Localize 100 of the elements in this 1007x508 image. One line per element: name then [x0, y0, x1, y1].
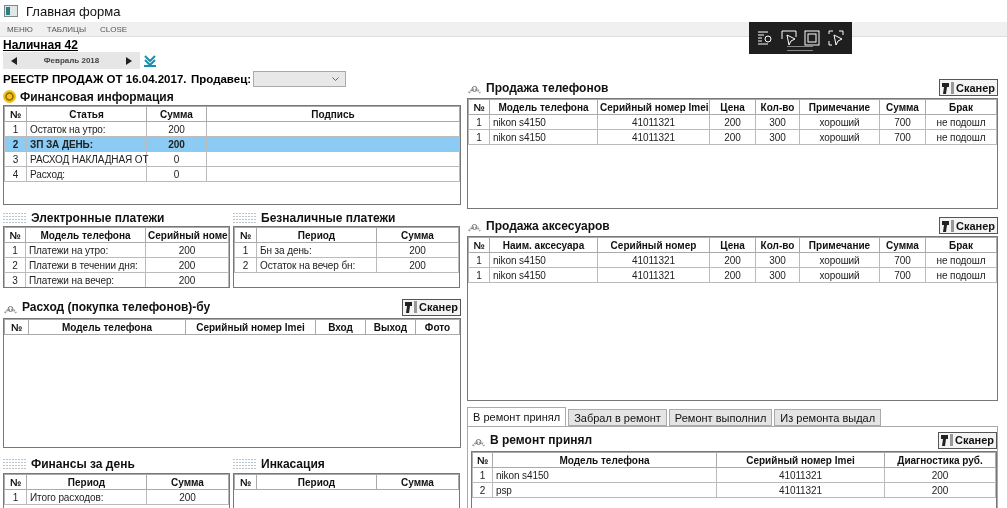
menu-item[interactable]: МЕНЮ — [7, 24, 33, 34]
column-header[interactable]: Цена — [709, 99, 756, 115]
column-header[interactable]: Серийный номер — [597, 237, 710, 253]
column-header[interactable]: Серийный номе — [145, 227, 229, 243]
column-header[interactable]: № — [4, 227, 26, 243]
table-cell: 1 — [468, 267, 490, 283]
scanner-button[interactable]: Сканер — [937, 431, 997, 449]
table-cell: 1 — [468, 252, 490, 268]
tab[interactable]: Забрал в ремонт — [568, 409, 667, 426]
left-arrow-icon[interactable] — [11, 56, 17, 65]
table-cell: nikon s4150 — [489, 252, 598, 268]
table-cell: 200 — [146, 121, 207, 137]
table-cell: nikon s4150 — [489, 129, 598, 145]
column-header[interactable]: Подпись — [206, 106, 460, 122]
table-cell: 200 — [709, 129, 756, 145]
column-header[interactable]: Наим. аксесуара — [489, 237, 598, 253]
column-header[interactable]: № — [4, 106, 27, 122]
app-icon — [4, 5, 18, 17]
scanner-button[interactable]: Сканер — [938, 217, 998, 234]
column-header[interactable]: Сумма — [879, 237, 926, 253]
column-header[interactable]: № — [468, 237, 490, 253]
tab[interactable]: В ремонт принял — [467, 407, 567, 426]
column-header[interactable]: № — [468, 99, 490, 115]
tab[interactable]: Ремонт выполнил — [668, 409, 773, 426]
right-arrow-icon[interactable] — [126, 56, 132, 65]
panel-title: Электронные платежи — [31, 210, 166, 225]
tab[interactable]: Из ремонта выдал — [774, 409, 882, 426]
column-header[interactable]: Брак — [925, 99, 997, 115]
table-cell: не подошл — [925, 267, 997, 283]
column-header[interactable]: Диагностика руб. — [884, 452, 996, 468]
column-header[interactable]: Сумма — [146, 106, 207, 122]
fullscreen-icon[interactable] — [804, 30, 821, 46]
column-header[interactable]: Модель телефона — [489, 99, 598, 115]
table-cell: 41011321 — [716, 467, 885, 483]
column-header[interactable]: Сумма — [376, 474, 459, 490]
table-cell: 2 — [4, 136, 27, 152]
column-header[interactable]: Выход — [365, 319, 416, 335]
column-header[interactable]: Серийный номер Imei — [185, 319, 316, 335]
table-cell: 200 — [145, 242, 229, 258]
region-snip-icon[interactable] — [828, 30, 845, 46]
column-header[interactable]: Вход — [315, 319, 366, 335]
column-header[interactable]: Период — [256, 227, 377, 243]
panel-title: В ремонт принял — [490, 433, 594, 447]
column-header[interactable]: Фото — [415, 319, 460, 335]
panel-title: Инкасация — [261, 456, 326, 471]
table-cell: 2 — [4, 257, 26, 273]
column-header[interactable]: Примечание — [799, 99, 880, 115]
month-picker[interactable]: Февраль 2018 — [3, 52, 140, 69]
scanner-gun-icon — [941, 80, 955, 95]
menu-item[interactable]: CLOSE — [100, 24, 128, 34]
column-header[interactable]: № — [472, 452, 493, 468]
column-header[interactable]: № — [234, 227, 257, 243]
column-header[interactable]: Кол-во — [755, 99, 800, 115]
column-header[interactable]: Модель телефона — [492, 452, 717, 468]
store-title: Наличная 42 — [3, 38, 78, 52]
scanner-gun-icon — [940, 433, 954, 447]
table-cell: 1 — [4, 489, 27, 505]
column-header[interactable]: Сумма — [879, 99, 926, 115]
column-header[interactable]: № — [4, 319, 29, 335]
panel-title: Расход (покупка телефонов)-бу — [22, 300, 212, 314]
table-cell: 200 — [709, 267, 756, 283]
table-cell: nikon s4150 — [492, 467, 717, 483]
window-snip-icon[interactable] — [756, 30, 773, 46]
table-cell: хороший — [799, 129, 880, 145]
table-cell: 41011321 — [597, 252, 710, 268]
column-header[interactable]: Серийный номер Imei — [597, 99, 710, 115]
menu-item[interactable]: ТАБЛИЦЫ — [46, 24, 87, 34]
month-label: Февраль 2018 — [43, 56, 100, 65]
column-header[interactable]: Модель телефона — [28, 319, 186, 335]
scanner-gun-icon — [941, 218, 955, 233]
column-header[interactable]: № — [4, 474, 27, 490]
column-header[interactable]: Модель телефона — [25, 227, 146, 243]
table-cell: 300 — [755, 252, 800, 268]
column-header[interactable]: № — [234, 474, 257, 490]
window-title: Главная форма — [26, 3, 121, 19]
cursor-icon[interactable] — [780, 30, 797, 46]
column-header[interactable]: Кол-во — [755, 237, 800, 253]
column-header[interactable]: Период — [256, 474, 377, 490]
table-cell: Расход: — [26, 166, 147, 182]
table-cell: 1 — [234, 242, 257, 258]
table-cell: 200 — [884, 482, 996, 498]
column-header[interactable]: Сумма — [146, 474, 229, 490]
column-header[interactable]: Брак — [925, 237, 997, 253]
column-header[interactable]: Серийный номер Imei — [716, 452, 885, 468]
scanner-button[interactable]: Сканер — [938, 79, 998, 96]
column-header[interactable]: Период — [26, 474, 147, 490]
column-header[interactable]: Примечание — [799, 237, 880, 253]
register-title: РЕЕСТР ПРОДАЖ ОТ 16.04.2017. — [3, 72, 188, 85]
column-header[interactable]: Сумма — [376, 227, 459, 243]
table-cell: 300 — [755, 114, 800, 130]
panel-title: Продажа аксесуаров — [486, 218, 611, 233]
grid-icon — [233, 458, 257, 469]
column-header[interactable]: Цена — [709, 237, 756, 253]
column-header[interactable]: Статья — [26, 106, 147, 122]
table-cell: psp — [492, 482, 717, 498]
table-cell: 300 — [755, 267, 800, 283]
scanner-button[interactable]: Сканер — [401, 298, 461, 316]
table-cell: Остаток на утро: — [26, 121, 147, 137]
download-icon[interactable] — [144, 54, 156, 67]
grid-icon — [233, 212, 257, 223]
